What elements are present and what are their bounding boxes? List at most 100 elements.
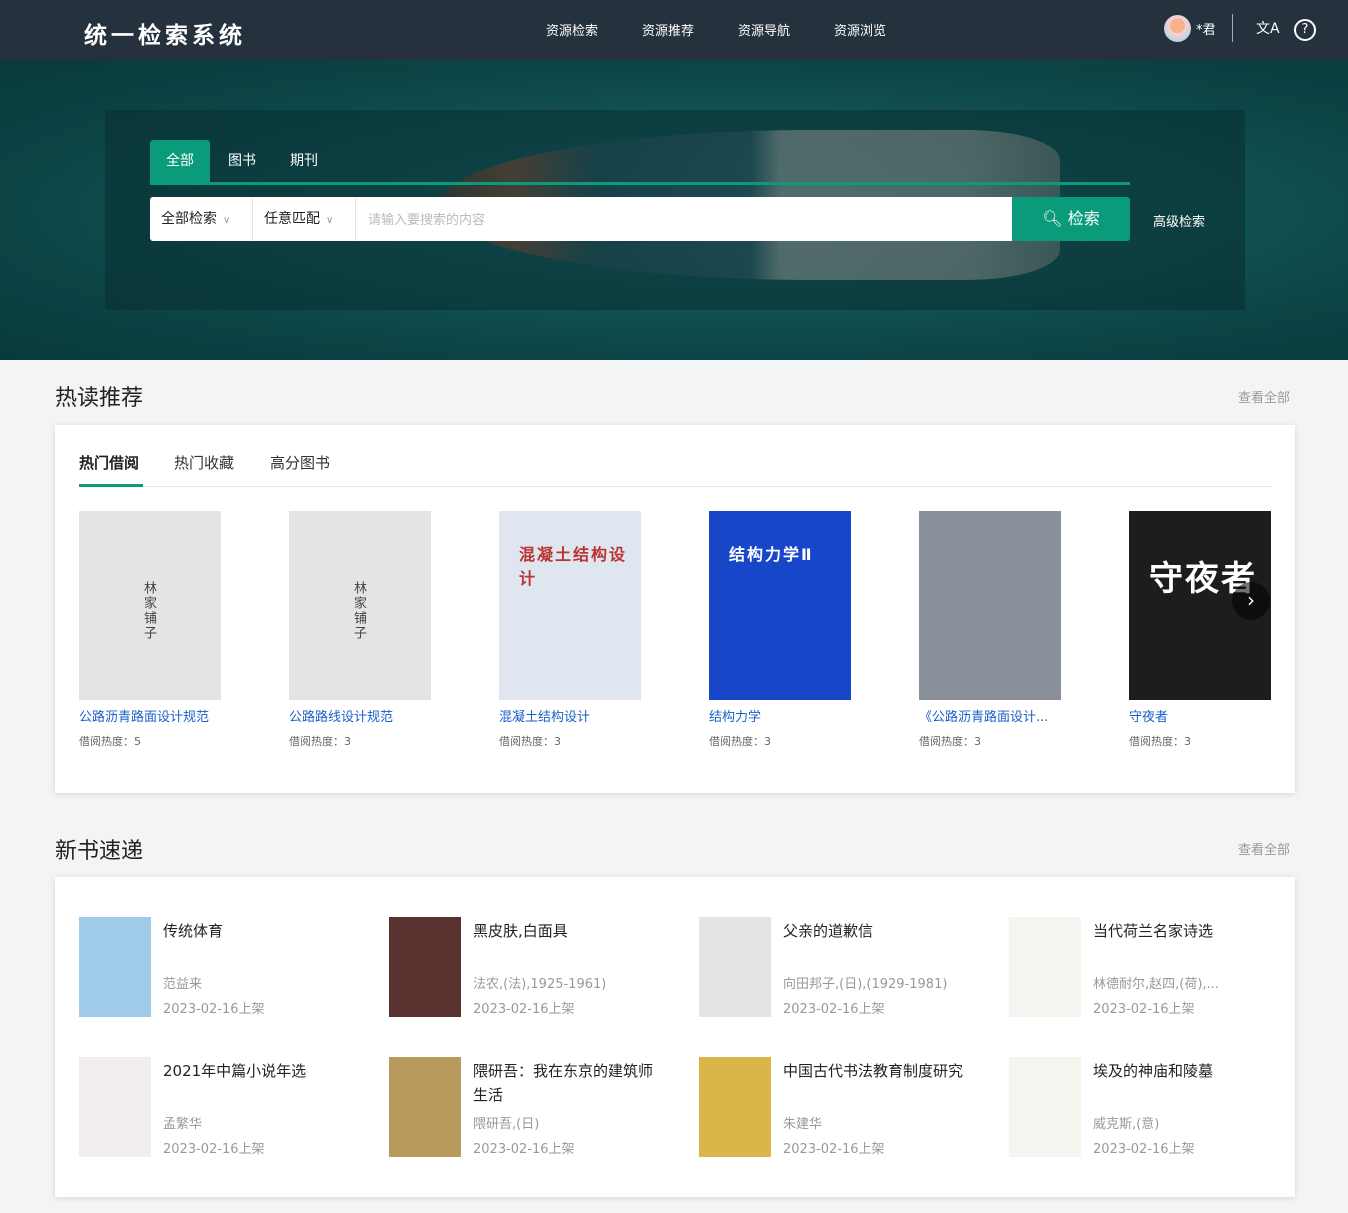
shelf-date: 2023-02-16上架 [1093, 1142, 1195, 1157]
book-title[interactable]: 公路沥青路面设计规范 [79, 706, 259, 725]
borrow-heat: 借阅热度：3 [919, 735, 981, 748]
book-cover[interactable] [389, 917, 461, 1017]
book-item[interactable]: 混凝土结构设计 混凝土结构设计 借阅热度：3 [499, 511, 689, 749]
match-select[interactable]: 任意匹配 ∨ [253, 197, 356, 241]
tab-hot-favorite[interactable]: 热门收藏 [174, 452, 234, 473]
book-title[interactable]: 埃及的神庙和陵墓 [1093, 1059, 1283, 1083]
user-name[interactable]: *君 [1196, 19, 1216, 38]
book-item[interactable]: 守夜者 守夜者 借阅热度：3 [1129, 511, 1319, 749]
book-author: 隈研吾,(日) [473, 1117, 540, 1132]
book-item[interactable]: 结构力学Ⅱ 结构力学借阅热度：3 [709, 511, 899, 749]
cover-text: 混凝土结构设计 [519, 545, 628, 588]
search-input[interactable] [356, 197, 1006, 241]
shelf-date: 2023-02-16上架 [1093, 1002, 1195, 1017]
nav-resource-recommend[interactable]: 资源推荐 [642, 20, 694, 39]
help-icon[interactable]: ? [1294, 19, 1316, 41]
book-author: 朱建华 [783, 1117, 823, 1132]
book-title[interactable]: 守夜者 [1129, 706, 1309, 725]
borrow-heat: 借阅热度：5 [79, 735, 141, 748]
search-button[interactable]: 🔍︎ 检索 [1012, 197, 1130, 241]
top-header: 统一检索系统 资源检索 资源推荐 资源导航 资源浏览 *君 文A ? [0, 0, 1348, 60]
search-box: 全部检索 ∨ 任意匹配 ∨ [150, 197, 1012, 241]
divider [1232, 14, 1233, 42]
scope-value: 全部检索 [161, 211, 217, 227]
book-author: 孟繁华 [163, 1117, 203, 1132]
borrow-heat: 借阅热度：3 [1129, 735, 1191, 748]
cover-text: 结构力学Ⅱ [729, 545, 814, 564]
new-book-item[interactable]: 当代荷兰名家诗选 林德耐尔,赵四,(荷),... 2023-02-16上架 [1009, 917, 1309, 1017]
shelf-date: 2023-02-16上架 [783, 1142, 885, 1157]
book-title[interactable]: 黑皮肤,白面具 [473, 919, 663, 943]
tab-hot-borrow[interactable]: 热门借阅 [79, 452, 139, 473]
hot-view-all-link[interactable]: 查看全部 [1238, 387, 1290, 406]
new-section-title: 新书速递 [55, 839, 144, 864]
book-item[interactable]: 《公路沥青路面设计... 借阅热度：3 [919, 511, 1109, 749]
book-author: 范益来 [163, 977, 203, 992]
nav-resource-navigation[interactable]: 资源导航 [738, 20, 790, 39]
new-book-item[interactable]: 黑皮肤,白面具法农,(法),1925-1961) 2023-02-16上架 [389, 917, 689, 1017]
book-title[interactable]: 《公路沥青路面设计... [919, 706, 1099, 725]
borrow-heat: 借阅热度：3 [289, 735, 351, 748]
new-book-item[interactable]: 2021年中篇小说年选孟繁华 2023-02-16上架 [79, 1057, 379, 1157]
book-author: 威克斯,(意) [1093, 1117, 1160, 1132]
new-book-item[interactable]: 父亲的道歉信 向田邦子,(日),(1929-1981) 2023-02-16上架 [699, 917, 999, 1017]
scope-select[interactable]: 全部检索 ∨ [150, 197, 253, 241]
book-cover[interactable]: 结构力学Ⅱ [709, 511, 851, 700]
book-item[interactable]: 林家铺子公路沥青路面设计规范借阅热度：5 [79, 511, 269, 749]
tab-top-rated[interactable]: 高分图书 [270, 452, 330, 473]
new-view-all-link[interactable]: 查看全部 [1238, 839, 1290, 858]
book-author: 法农,(法),1925-1961) [473, 977, 607, 992]
tabs-divider [79, 486, 1271, 487]
book-cover[interactable] [919, 511, 1061, 700]
book-cover[interactable]: 林家铺子 [79, 511, 221, 700]
tab-journals[interactable]: 期刊 [274, 140, 334, 183]
tab-underline [150, 182, 1130, 185]
book-author: 向田邦子,(日),(1929-1981) [783, 977, 948, 992]
borrow-heat: 借阅热度：3 [499, 735, 561, 748]
hot-section-title: 热读推荐 [55, 386, 144, 411]
book-title[interactable]: 结构力学 [709, 706, 889, 725]
translate-icon[interactable]: 文A [1256, 18, 1280, 38]
book-item[interactable]: 林家铺子公路路线设计规范借阅热度：3 [289, 511, 479, 749]
match-value: 任意匹配 [264, 211, 320, 227]
book-cover[interactable] [699, 917, 771, 1017]
tab-all[interactable]: 全部 [150, 140, 210, 183]
new-book-item[interactable]: 传统体育 范益来 2023-02-16上架 [79, 917, 379, 1017]
avatar[interactable] [1164, 15, 1191, 42]
search-button-label: 检索 [1067, 209, 1100, 228]
book-cover[interactable]: 混凝土结构设计 [499, 511, 641, 700]
book-cover[interactable] [79, 917, 151, 1017]
book-title[interactable]: 公路路线设计规范 [289, 706, 469, 725]
book-cover[interactable] [1009, 917, 1081, 1017]
book-cover[interactable] [389, 1057, 461, 1157]
shelf-date: 2023-02-16上架 [163, 1142, 265, 1157]
book-title[interactable]: 隈研吾：我在东京的建筑师生活 [473, 1059, 663, 1107]
book-title[interactable]: 父亲的道歉信 [783, 919, 973, 943]
cover-text: 林家铺子 [141, 581, 156, 641]
active-tab-indicator [79, 484, 143, 487]
book-cover[interactable] [79, 1057, 151, 1157]
new-book-item[interactable]: 埃及的神庙和陵墓威克斯,(意) 2023-02-16上架 [1009, 1057, 1309, 1157]
nav-resource-search[interactable]: 资源检索 [546, 20, 598, 39]
book-title[interactable]: 混凝土结构设计 [499, 706, 679, 725]
chevron-down-icon: ∨ [326, 215, 334, 226]
tab-books[interactable]: 图书 [212, 140, 272, 183]
book-cover[interactable]: 林家铺子 [289, 511, 431, 700]
book-cover[interactable] [699, 1057, 771, 1157]
advanced-search-link[interactable]: 高级检索 [1153, 211, 1205, 230]
shelf-date: 2023-02-16上架 [473, 1002, 575, 1017]
search-icon: 🔍︎ [1042, 209, 1063, 228]
book-title[interactable]: 传统体育 [163, 919, 353, 943]
book-title[interactable]: 2021年中篇小说年选 [163, 1059, 353, 1083]
carousel-next-button[interactable]: › [1232, 582, 1270, 620]
book-title[interactable]: 中国古代书法教育制度研究 [783, 1059, 973, 1083]
app-title: 统一检索系统 [84, 23, 246, 49]
book-title[interactable]: 当代荷兰名家诗选 [1093, 919, 1283, 943]
borrow-heat: 借阅热度：3 [709, 735, 771, 748]
chevron-down-icon: ∨ [223, 215, 231, 226]
new-book-item[interactable]: 隈研吾：我在东京的建筑师生活隈研吾,(日) 2023-02-16上架 [389, 1057, 689, 1157]
book-cover[interactable] [1009, 1057, 1081, 1157]
shelf-date: 2023-02-16上架 [473, 1142, 575, 1157]
new-book-item[interactable]: 中国古代书法教育制度研究朱建华 2023-02-16上架 [699, 1057, 999, 1157]
nav-resource-browse[interactable]: 资源浏览 [834, 20, 886, 39]
